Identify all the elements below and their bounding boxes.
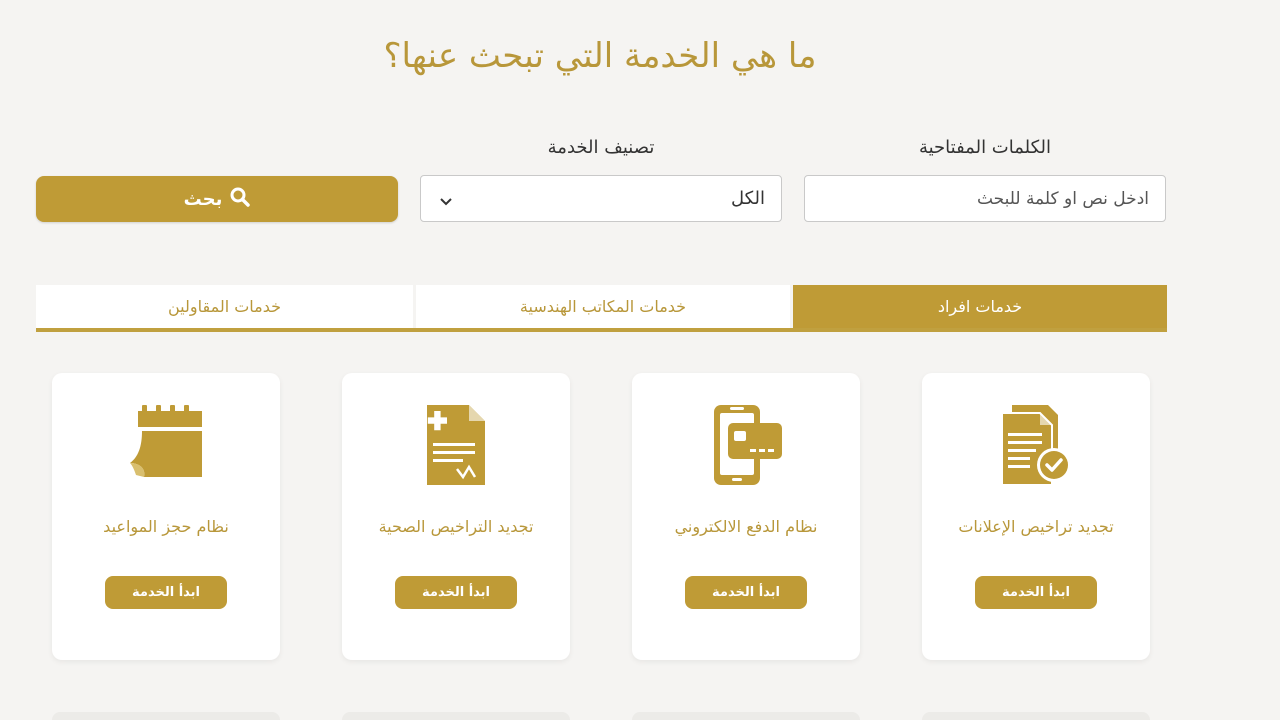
next-card-edge [342, 712, 570, 720]
service-name: تجديد التراخيص الصحية [378, 517, 534, 536]
service-name: تجديد تراخيص الإعلانات [958, 517, 1114, 536]
start-service-button[interactable]: ابدأ الخدمة [685, 576, 807, 609]
category-label: تصنيف الخدمة [547, 137, 655, 158]
search-button[interactable]: بحث [36, 176, 398, 222]
next-card-edge [922, 712, 1150, 720]
service-card-ad-licenses: تجديد تراخيص الإعلانات ابدأ الخدمة [922, 373, 1150, 660]
service-tabs: خدمات المقاولين خدمات المكاتب الهندسية خ… [36, 285, 1167, 332]
service-card-health-licenses: تجديد التراخيص الصحية ابدأ الخدمة [342, 373, 570, 660]
next-card-edge [52, 712, 280, 720]
search-button-label: بحث [183, 188, 223, 210]
category-selected-value: الكل [730, 188, 765, 209]
approved-document-icon [922, 403, 1150, 487]
chevron-down-icon [439, 192, 453, 211]
tab-engineering-offices-services[interactable]: خدمات المكاتب الهندسية [416, 285, 790, 328]
category-select[interactable]: الكل [420, 175, 782, 222]
service-name: نظام حجز المواعيد [103, 517, 229, 536]
service-card-e-payment: نظام الدفع الالكتروني ابدأ الخدمة [632, 373, 860, 660]
calendar-icon [52, 403, 280, 487]
tab-contractors-services[interactable]: خدمات المقاولين [36, 285, 413, 328]
tab-individuals-services[interactable]: خدمات افراد [793, 285, 1167, 328]
start-service-button[interactable]: ابدأ الخدمة [975, 576, 1097, 609]
keywords-input[interactable] [804, 175, 1166, 222]
mobile-payment-icon [632, 403, 860, 487]
medical-document-icon [342, 403, 570, 487]
service-card-appointments: نظام حجز المواعيد ابدأ الخدمة [52, 373, 280, 660]
start-service-button[interactable]: ابدأ الخدمة [105, 576, 227, 609]
page-title: ما هي الخدمة التي تبحث عنها؟ [383, 36, 817, 76]
next-card-edge [632, 712, 860, 720]
service-name: نظام الدفع الالكتروني [674, 517, 818, 536]
keywords-label: الكلمات المفتاحية [918, 137, 1052, 158]
start-service-button[interactable]: ابدأ الخدمة [395, 576, 517, 609]
search-icon [230, 187, 251, 212]
